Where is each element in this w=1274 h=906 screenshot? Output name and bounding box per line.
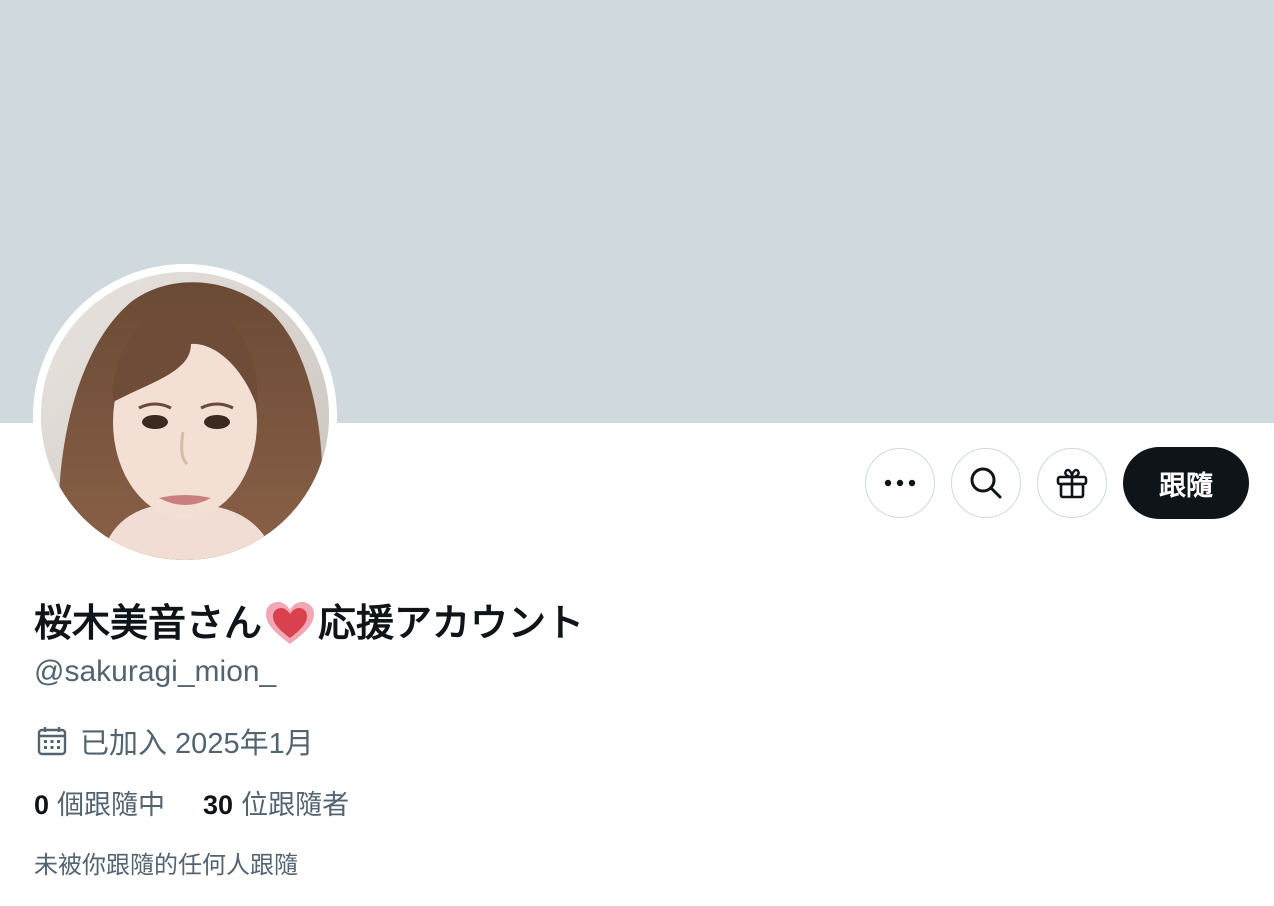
followers-count: 30 [203, 790, 234, 820]
followers-link[interactable]: 30 位跟隨者 [203, 783, 349, 822]
following-label: 個跟隨中 [57, 790, 166, 820]
profile-actions: 跟隨 [865, 447, 1249, 519]
search-button[interactable] [951, 448, 1021, 518]
join-date-text: 已加入 2025年1月 [80, 728, 314, 760]
heart-icon [266, 602, 315, 644]
follow-stats: 0 個跟隨中 30 位跟隨者 [34, 783, 349, 822]
profile-header: 桜木美音さん 応援アカウント @sakuragi_mion_ [34, 600, 584, 692]
more-horizontal-icon [884, 479, 916, 487]
gift-icon [1056, 468, 1088, 499]
search-icon [970, 467, 1002, 499]
display-name-part-1: 桜木美音さん [34, 603, 263, 645]
following-link[interactable]: 0 個跟隨中 [34, 783, 165, 822]
profile-handle: @sakuragi_mion_ [34, 655, 277, 688]
avatar-border [33, 264, 337, 568]
more-button[interactable] [865, 448, 935, 518]
followed-by-note: 未被你跟隨的任何人跟隨 [34, 852, 298, 879]
following-count: 0 [34, 790, 50, 820]
follow-button[interactable]: 跟隨 [1123, 447, 1249, 519]
avatar[interactable] [41, 272, 329, 560]
display-name-part-2: 応援アカウント [318, 603, 585, 645]
display-name: 桜木美音さん 応援アカウント [34, 600, 584, 648]
followers-label: 位跟隨者 [241, 790, 350, 820]
join-date: 已加入 2025年1月 [36, 720, 314, 762]
profile-page: 跟隨 桜木美音さん 応援アカウント @sakuragi_mion_ 已加入 20… [0, 0, 1274, 906]
gift-button[interactable] [1037, 448, 1107, 518]
avatar-photo [41, 272, 329, 560]
calendar-icon [37, 727, 67, 756]
